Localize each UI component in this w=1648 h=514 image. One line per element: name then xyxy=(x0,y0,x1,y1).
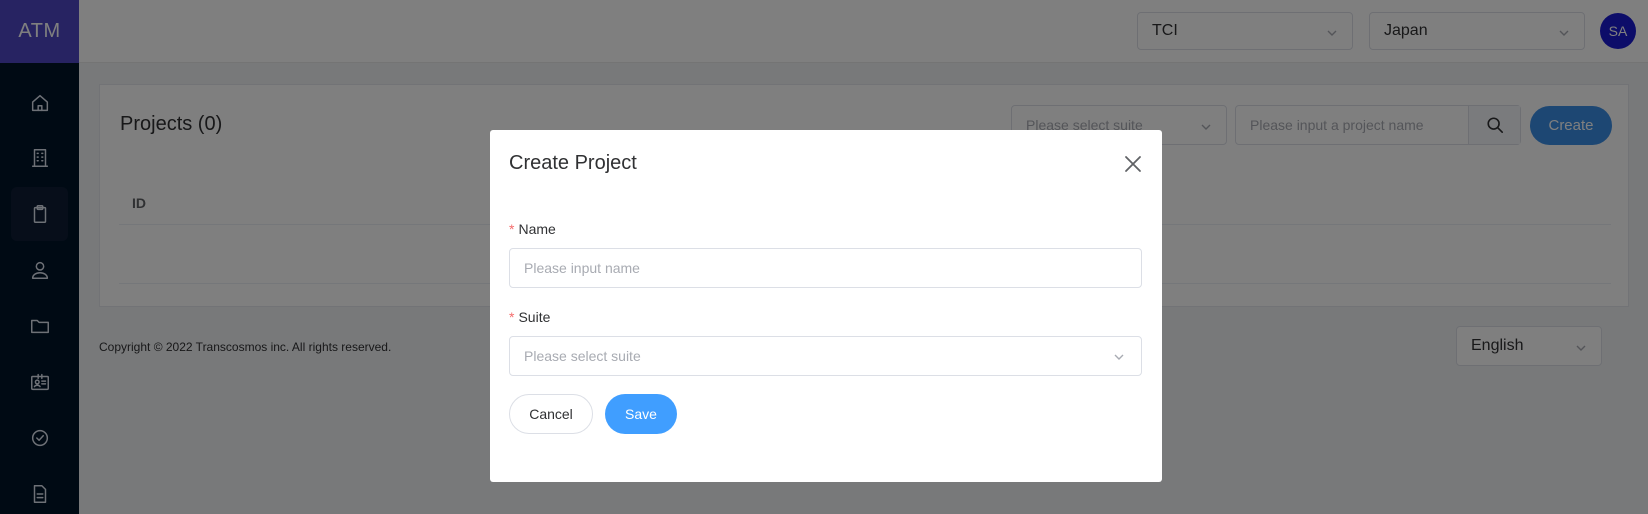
close-button[interactable] xyxy=(1124,155,1142,173)
suite-label-text: Suite xyxy=(518,309,551,325)
suite-label: * Suite xyxy=(509,309,550,325)
suite-select[interactable]: Please select suite xyxy=(509,336,1142,376)
dialog-title: Create Project xyxy=(509,152,637,174)
create-project-dialog: Create Project *Name *Suite Please selec… xyxy=(490,130,1162,482)
required-asterisk: * xyxy=(509,221,515,237)
required-asterisk: * xyxy=(509,309,515,325)
name-label-text: Name xyxy=(518,221,556,237)
name-input[interactable] xyxy=(509,248,1142,288)
suite-select-placeholder: Please select suite xyxy=(524,348,641,364)
save-button[interactable]: Save xyxy=(605,394,677,434)
close-icon xyxy=(1125,156,1141,172)
name-label: * Name xyxy=(509,221,556,237)
chevron-down-icon xyxy=(1113,350,1125,366)
cancel-button[interactable]: Cancel xyxy=(509,394,593,434)
